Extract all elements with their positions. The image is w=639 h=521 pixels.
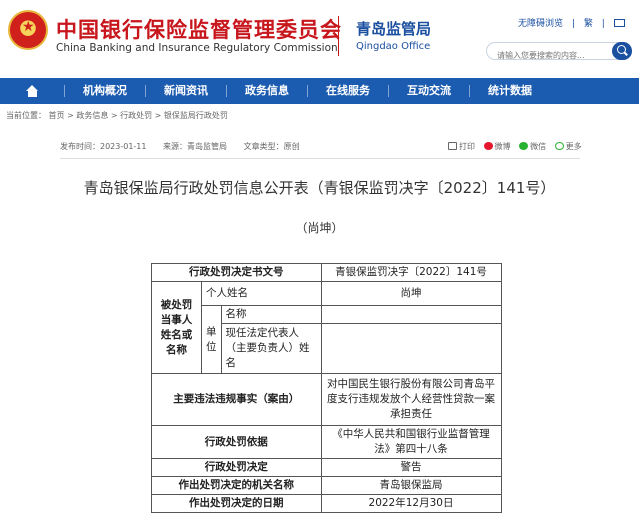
basis-label: 行政处罚依据 (151, 425, 322, 459)
search-icon[interactable] (612, 42, 632, 60)
meta-divider (60, 158, 580, 159)
penalty-table: 行政处罚决定书文号 青银保监罚决字〔2022〕141号 被处罚当事人姓名或名称 … (151, 263, 502, 513)
site-name-cn[interactable]: 中国银行保险监督管理委员会 (56, 14, 342, 44)
facts-label: 主要违法违规事实（案由） (151, 373, 322, 426)
accessibility-link[interactable]: 无障碍浏览 (518, 19, 563, 29)
more-button[interactable]: 更多 (554, 142, 582, 151)
date-value: 2022年12月30日 (320, 494, 502, 513)
basis-value: 《中华人民共和国银行业监督管理法》第四十八条 (320, 425, 502, 459)
wechat-button[interactable]: 微信 (519, 142, 546, 151)
main-nav: 机构概况 新闻资讯 政务信息 在线服务 互动交流 统计数据 (0, 78, 639, 104)
nav-item-online-service[interactable]: 在线服务 (308, 78, 388, 104)
source: 来源：青岛监管局 (163, 142, 228, 151)
personal-name-value: 尚坤 (320, 281, 502, 306)
date-label: 作出处罚决定的日期 (151, 494, 322, 513)
mail-icon[interactable] (613, 19, 625, 27)
site-name-en: China Banking and Insurance Regulatory C… (56, 42, 338, 54)
facts-value: 对中国民生银行股份有限公司青岛平度支行违规发放个人经营性贷款一案承担责任 (320, 373, 502, 426)
search-input[interactable] (497, 47, 607, 64)
emblem-icon[interactable] (8, 10, 48, 50)
home-icon (25, 85, 39, 97)
top-links: 无障碍浏览 | 繁 | (518, 16, 631, 29)
share-bar: 打印 微博 微信 更多 (448, 141, 588, 152)
party-label: 被处罚当事人姓名或名称 (151, 281, 202, 374)
nav-item-interaction[interactable]: 互动交流 (389, 78, 469, 104)
unit-rep-value (320, 323, 502, 374)
weibo-icon (483, 142, 493, 150)
nav-item-news[interactable]: 新闻资讯 (146, 78, 226, 104)
search-box (486, 42, 632, 64)
branch-name-cn: 青岛监管局 (356, 20, 432, 38)
unit-label: 单位 (201, 305, 222, 374)
unit-name-value (320, 305, 502, 324)
plus-icon (554, 142, 564, 150)
article-title: 青岛银保监局行政处罚信息公开表（青银保监罚决字〔2022〕141号） (83, 179, 556, 197)
personal-name-label: 个人姓名 (201, 281, 322, 306)
nav-item-overview[interactable]: 机构概况 (65, 78, 145, 104)
doc-type: 文章类型：原创 (243, 142, 300, 151)
traditional-link[interactable]: 繁 (584, 19, 593, 29)
weibo-button[interactable]: 微博 (483, 142, 511, 151)
print-icon (448, 142, 457, 150)
article-meta: 发布时间：2023-01-11 来源：青岛监管局 文章类型：原创 (60, 141, 314, 152)
nav-item-statistics[interactable]: 统计数据 (470, 78, 550, 104)
org-value: 青岛银保监局 (320, 476, 502, 495)
article-subtitle: （尚坤） (295, 221, 344, 235)
print-button[interactable]: 打印 (448, 142, 475, 151)
doc-number-value: 青银保监罚决字〔2022〕141号 (320, 263, 502, 282)
nav-item-government-info[interactable]: 政务信息 (227, 78, 307, 104)
site-header: 中国银行保险监督管理委员会 China Banking and Insuranc… (0, 0, 639, 74)
unit-rep-label: 现任法定代表人（主要负责人）姓名 (220, 323, 322, 374)
decision-value: 警告 (320, 458, 502, 477)
breadcrumb[interactable]: 当前位置： 首页 > 政务信息 > 行政处罚 > 银保监局行政处罚 (6, 110, 228, 121)
wechat-icon (519, 142, 529, 150)
nav-home[interactable] (0, 78, 64, 104)
decision-label: 行政处罚决定 (151, 458, 322, 477)
org-label: 作出处罚决定的机关名称 (151, 476, 322, 495)
doc-number-label: 行政处罚决定书文号 (151, 263, 322, 282)
branch-name-en: Qingdao Office (356, 41, 431, 52)
unit-name-label: 名称 (220, 305, 322, 324)
publish-time: 发布时间：2023-01-11 (60, 142, 147, 151)
header-divider (338, 16, 339, 56)
